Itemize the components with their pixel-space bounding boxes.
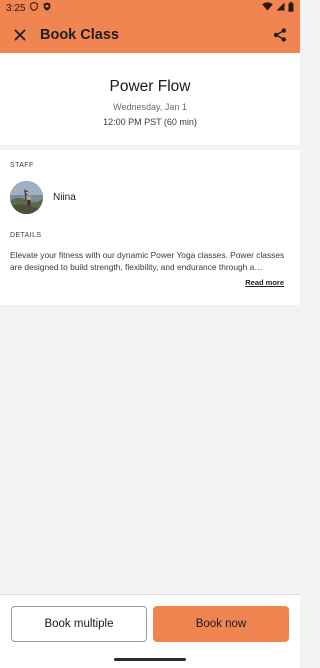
- wifi-icon: [262, 2, 273, 14]
- close-icon: [14, 29, 26, 40]
- read-more-link[interactable]: Read more: [245, 278, 284, 287]
- share-button[interactable]: [270, 25, 290, 45]
- page-title: Book Class: [40, 26, 119, 43]
- booking-action-bar: Book multiple Book now: [0, 594, 300, 668]
- status-time: 3:25: [6, 2, 26, 14]
- share-icon: [273, 27, 286, 42]
- book-multiple-button[interactable]: Book multiple: [11, 606, 147, 642]
- toolbar: Book Class: [0, 16, 300, 53]
- app-bar: 3:25 Book Class: [0, 0, 300, 53]
- staff-avatar: [10, 181, 43, 214]
- notification-icon: [43, 2, 51, 14]
- class-description: Elevate your fitness with our dynamic Po…: [10, 250, 285, 272]
- gesture-nav-handle[interactable]: [114, 658, 186, 661]
- battery-icon: [288, 1, 294, 15]
- staff-row[interactable]: Niina: [10, 181, 76, 214]
- class-name: Power Flow: [109, 78, 191, 95]
- shield-icon: [30, 1, 39, 14]
- book-now-button[interactable]: Book now: [153, 606, 289, 642]
- details-section-label: DETAILS: [10, 232, 42, 239]
- staff-name: Niina: [53, 192, 76, 203]
- signal-icon: [276, 2, 285, 14]
- class-time: 12:00 PM PST (60 min): [103, 117, 197, 127]
- staff-section-label: STAFF: [10, 162, 34, 169]
- class-header-card: Power Flow Wednesday, Jan 1 12:00 PM PST…: [0, 53, 300, 145]
- class-date: Wednesday, Jan 1: [113, 102, 187, 112]
- close-button[interactable]: [10, 25, 30, 45]
- class-info-card: STAFF Niina DETAILS Elevate your fitness…: [0, 150, 300, 305]
- status-bar: 3:25: [0, 0, 300, 16]
